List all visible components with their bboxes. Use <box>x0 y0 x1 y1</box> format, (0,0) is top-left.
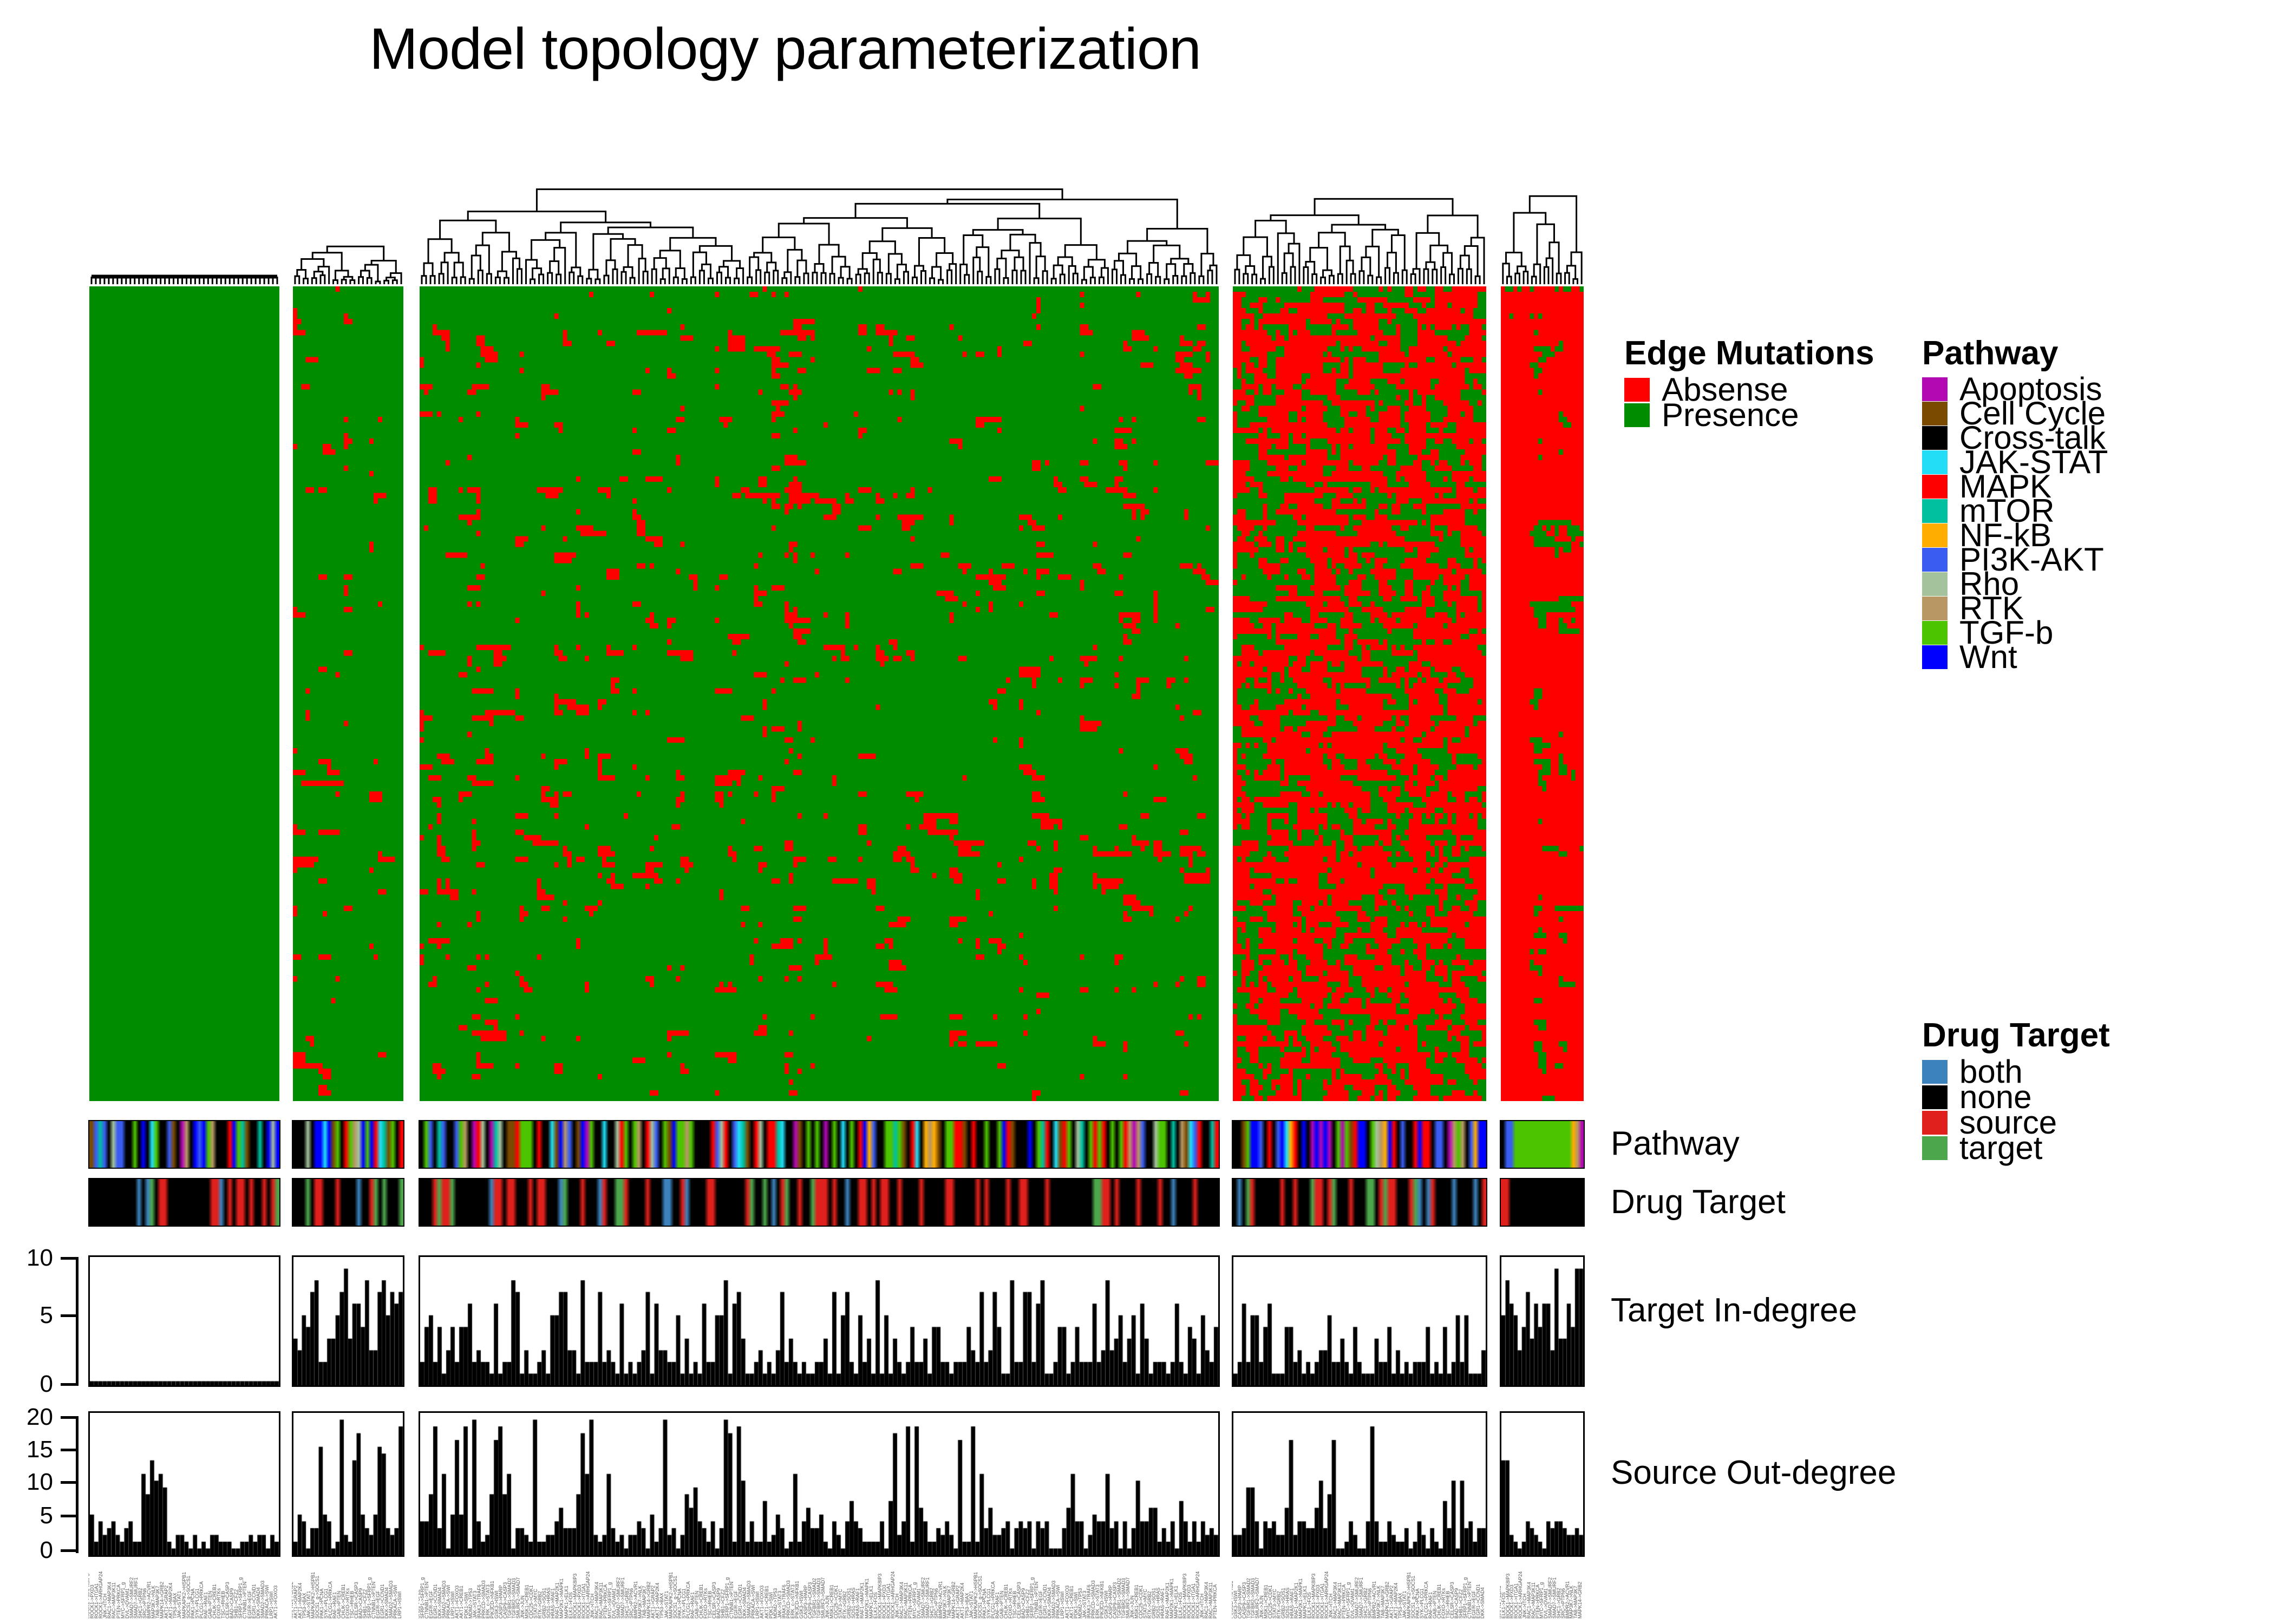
target-in-degree-block-3 <box>419 1255 1220 1387</box>
heatmap-block-4 <box>1233 286 1486 1101</box>
target-in-degree-block-1 <box>88 1255 280 1387</box>
drug-target-annotation-block-2 <box>292 1178 404 1227</box>
column-dendrogram-block-3 <box>420 168 1219 284</box>
column-dendrogram-block-5 <box>1501 168 1584 284</box>
legend-swatch-icon <box>1922 401 1948 425</box>
tick-target-in-degree-5: 5 <box>40 1302 53 1328</box>
legend-swatch-icon <box>1922 1136 1948 1160</box>
pathway-annotation-track <box>0 1120 1624 1169</box>
x-axis-tick-label: MAPK14->GRB2 <box>1577 1581 1583 1619</box>
legend-swatch-icon <box>1922 474 1948 499</box>
tick-source-out-degree-0: 0 <box>40 1537 53 1563</box>
legend-pathway: Pathway Apoptosis Cell Cycle Cross-talk JAK… <box>1922 335 2108 673</box>
tick-source-out-degree-15: 15 <box>27 1436 53 1463</box>
pathway-annotation-block-1 <box>88 1120 280 1169</box>
source-out-degree-block-3 <box>419 1411 1220 1557</box>
legend-swatch-icon <box>1922 572 1948 596</box>
tick-source-out-degree-20: 20 <box>27 1404 53 1430</box>
source-out-degree-block-5 <box>1500 1411 1585 1557</box>
legend-item-label: target <box>1959 1129 2043 1166</box>
drug-target-annotation-block-1 <box>88 1178 280 1227</box>
heatmap-block-3 <box>420 286 1219 1101</box>
source-out-degree-block-4 <box>1232 1411 1487 1557</box>
x-axis-labels-block-5: MAPK1->ELK1 ELK1->FOS ROCK1->MAPK8IP3 ROCK1… <box>1500 1559 1585 1619</box>
legend-edge-mutations: Edge Mutations Absense Presence <box>1624 335 1874 433</box>
legend-swatch-icon <box>1922 450 1948 474</box>
row-caption-drug-target: Drug Target <box>1611 1183 1786 1221</box>
legend-swatch-icon <box>1922 499 1948 523</box>
legend-swatch-icon <box>1922 620 1948 645</box>
drug-target-annotation-block-3 <box>419 1178 1220 1227</box>
legend-item: Presence <box>1624 396 1874 433</box>
column-dendrogram-block-2 <box>293 168 403 284</box>
column-dendrogram-block-1 <box>89 168 279 284</box>
legend-item-label: Wnt <box>1959 638 2017 675</box>
legend-swatch-icon <box>1922 547 1948 572</box>
row-caption-target-in-degree: Target In-degree <box>1611 1292 1857 1329</box>
pathway-annotation-block-3 <box>419 1120 1220 1169</box>
source-out-degree-axis: 20 15 10 5 0 <box>0 1404 89 1570</box>
legend-drug-target: Drug Target both none source target <box>1922 1017 2110 1166</box>
legend-swatch-icon <box>1922 1085 1948 1109</box>
legend-edge-mutations-title: Edge Mutations <box>1624 335 1874 372</box>
legend-swatch-icon <box>1624 403 1650 427</box>
legend-swatch-icon <box>1922 1059 1948 1084</box>
row-caption-pathway: Pathway <box>1611 1125 1740 1162</box>
legend-swatch-icon <box>1922 1110 1948 1135</box>
row-caption-source-out-degree: Source Out-degree <box>1611 1454 1897 1491</box>
target-in-degree-block-5 <box>1500 1255 1585 1387</box>
heatmap-block-5 <box>1501 286 1584 1101</box>
x-axis-tick-label: AKT1->FOXO3 <box>272 1585 278 1619</box>
source-out-degree-block-2 <box>292 1411 404 1557</box>
target-in-degree-block-2 <box>292 1255 404 1387</box>
x-axis-labels-block-4: PIK3CD->NFKB1 GSK3->ISWI CASP3->PARP CASP9-… <box>1232 1559 1487 1619</box>
tick-target-in-degree-0: 0 <box>40 1371 53 1397</box>
pathway-annotation-block-4 <box>1232 1120 1487 1169</box>
x-axis-tick-label: LRP1->ISWI <box>397 1591 402 1619</box>
legend-swatch-icon <box>1922 596 1948 620</box>
drug-target-annotation-track <box>0 1178 1624 1227</box>
source-out-degree-block-1 <box>88 1411 280 1557</box>
pathway-annotation-block-2 <box>292 1120 404 1169</box>
drug-target-annotation-block-4 <box>1232 1178 1487 1227</box>
legend-item: Wnt <box>1922 640 2108 673</box>
drug-target-annotation-block-5 <box>1500 1178 1585 1227</box>
pathway-annotation-block-5 <box>1500 1120 1585 1169</box>
legend-swatch-icon <box>1922 645 1948 669</box>
tick-target-in-degree-10: 10 <box>27 1245 53 1271</box>
heatmap-block-1 <box>89 286 279 1101</box>
x-axis-labels-block-3: SHB1->CFZ2 SFRP1->SFRP1_g CTNNB1->PTEN EGFR… <box>419 1559 1220 1619</box>
target-in-degree-axis: 10 5 0 <box>0 1245 89 1397</box>
x-axis-tick-label: PTEN->PRKCA <box>1212 1584 1218 1619</box>
legend-swatch-icon <box>1624 377 1650 402</box>
legend-drug-target-title: Drug Target <box>1922 1017 2110 1054</box>
x-axis-labels-block-2: MAPK14->GRB2 AKT1->GRAP2 AKT1->MAP2K4 TP53-… <box>292 1559 404 1619</box>
tick-source-out-degree-5: 5 <box>40 1502 53 1529</box>
x-axis-tick-label: DKK->SMAD4 <box>1480 1587 1485 1619</box>
heatmap-figure: 10 5 0 20 15 10 5 0 ROCK1->MAPK8IP3 ROCK1… <box>0 0 1624 1624</box>
heatmap-block-2 <box>293 286 403 1101</box>
legend-swatch-icon <box>1922 377 1948 401</box>
legend-pathway-title: Pathway <box>1922 335 2059 372</box>
legend-swatch-icon <box>1922 425 1948 450</box>
x-axis-labels-block-1: ROCK1->MAPK8IP3 ROCK1->PXD3 ROCK1->ITGA1 RO… <box>88 1559 280 1619</box>
tick-source-out-degree-10: 10 <box>27 1469 53 1495</box>
target-in-degree-block-4 <box>1232 1255 1487 1387</box>
legend-item: target <box>1922 1129 2110 1166</box>
legend-swatch-icon <box>1922 523 1948 547</box>
column-dendrogram-block-4 <box>1233 168 1486 284</box>
legend-item-label: Presence <box>1662 396 1799 433</box>
